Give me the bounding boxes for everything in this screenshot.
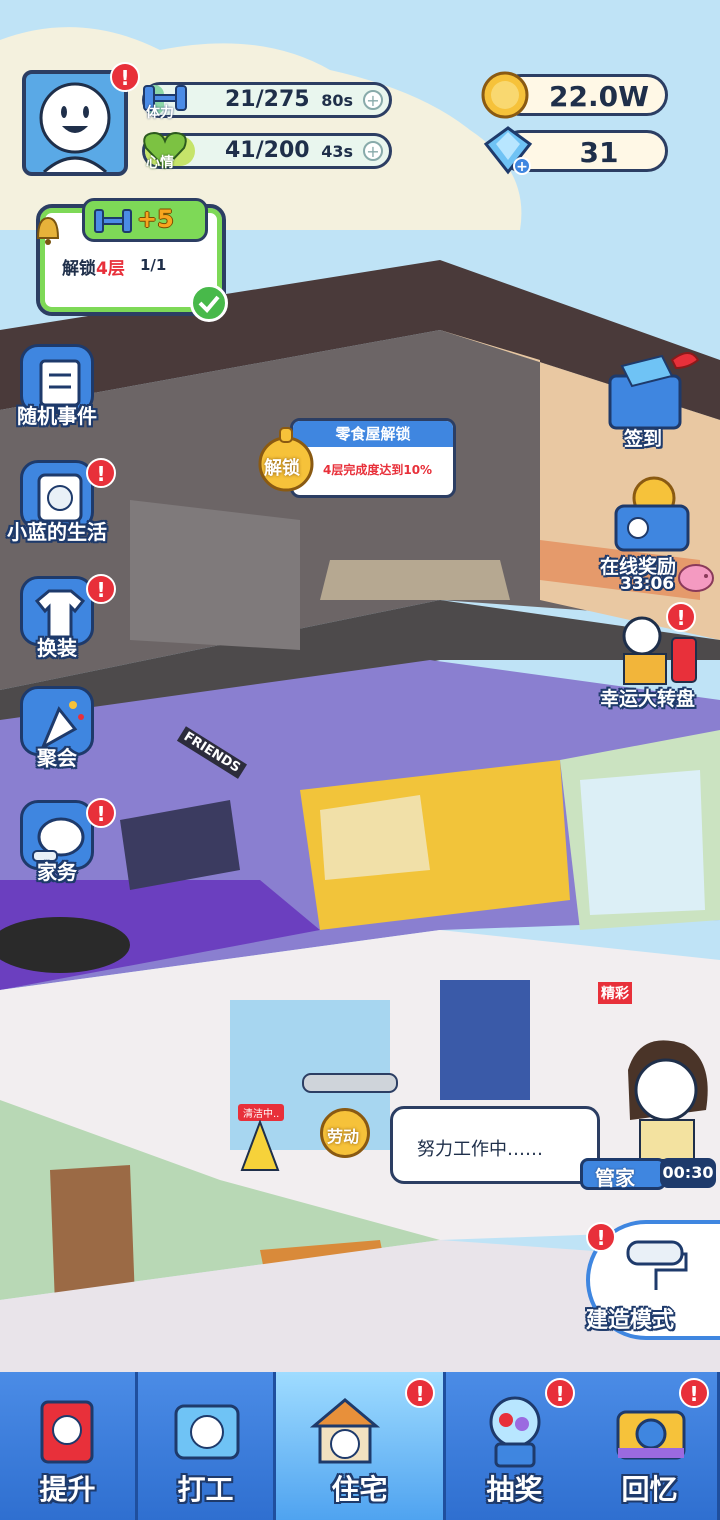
nav-tab-label: 回忆 (621, 1473, 678, 1506)
nav-tab-label: 打工 (177, 1473, 234, 1506)
dumbbell-icon: 体力 (140, 78, 190, 122)
popup-condition: 4层完成度达到10% (323, 463, 433, 477)
mood-timer: 43s (321, 142, 353, 161)
avatar-alert-badge: ! (110, 62, 140, 92)
avatar-face-icon (39, 82, 111, 172)
nav-tab-label: 抽奖 (486, 1473, 543, 1506)
quest-reward-tab: +5 (82, 198, 208, 242)
book-icon (30, 1392, 108, 1470)
calendar-coin-icon (614, 476, 690, 552)
butler-button[interactable]: 管家 (580, 1158, 666, 1190)
lucky-wheel-badge: ! (666, 602, 696, 632)
butler-label: 管家 (595, 1166, 635, 1190)
house-icon (306, 1392, 384, 1470)
nav-tab-camera[interactable]: 回忆! (582, 1372, 720, 1520)
quest-text-prefix: 解锁 (62, 259, 96, 279)
side-menu-label: 聚会 (37, 746, 77, 770)
nav-tab-alert-badge: ! (679, 1378, 709, 1408)
side-menu-alert-badge: ! (86, 798, 116, 828)
nav-tab-book[interactable]: 提升 (0, 1372, 138, 1520)
nav-tab-gacha-machine[interactable]: 抽奖! (446, 1372, 586, 1520)
unlock-button-label: 解锁 (264, 458, 300, 479)
labor-button[interactable]: 劳动 (320, 1108, 370, 1158)
butler-speech-text: 努力工作中…… (417, 1139, 543, 1160)
side-menu-tshirt[interactable]: 换装! (14, 574, 116, 660)
side-menu-alert-badge: ! (86, 574, 116, 604)
gift-box-icon (608, 352, 700, 430)
lucky-wheel-button[interactable]: 幸运大转盘 (600, 610, 714, 710)
heart-icon: 心情 (140, 128, 190, 174)
nav-tab-alert-badge: ! (405, 1378, 435, 1408)
quest-progress: 1/1 (140, 256, 167, 274)
stamina-plus-button[interactable]: + (363, 90, 383, 110)
labor-button-label: 劳动 (327, 1127, 360, 1146)
side-menu-vacuum[interactable]: 家务! (14, 798, 116, 884)
side-menu-label: 家务 (37, 860, 77, 884)
side-menu-label: 小蓝的生活 (7, 520, 107, 544)
build-mode-badge: ! (586, 1222, 616, 1252)
attic-partition (130, 500, 300, 650)
side-menu-label: 随机事件 (17, 404, 97, 428)
quest-text: 解锁4层 (62, 254, 125, 279)
camera-icon (612, 1392, 690, 1470)
butler-timer: 00:30 (660, 1158, 716, 1188)
side-menu-label: 换装 (37, 636, 77, 660)
checkin-button[interactable]: 签到 (602, 346, 712, 450)
gem-value: 31 (579, 136, 619, 169)
quest-text-highlight: 4层 (96, 259, 125, 279)
lockers (440, 980, 530, 1100)
mood-value: 41/200 (225, 138, 310, 163)
quest-reward: +5 (137, 205, 174, 233)
nav-tab-house[interactable]: 住宅! (276, 1372, 446, 1520)
side-menu-alert-badge: ! (86, 458, 116, 488)
side-menu-diary[interactable]: 小蓝的生活! (7, 458, 116, 544)
paint-roller-icon (626, 1240, 688, 1290)
checkmark-icon (190, 284, 228, 322)
dumbbell-icon (94, 209, 132, 233)
side-menu-notepad[interactable]: 随机事件 (14, 344, 97, 428)
lucky-wheel-label: 幸运大转盘 (600, 688, 696, 710)
butler-speech-bubble: 努力工作中…… (390, 1106, 600, 1184)
checkin-label: 签到 (624, 428, 663, 450)
poster-text: 精彩 (598, 982, 632, 1004)
butler-portrait-icon (628, 1040, 708, 1161)
stamina-timer: 80s (321, 91, 353, 110)
coin-icon (480, 70, 530, 120)
nav-tab-label: 提升 (39, 1473, 96, 1506)
butler-character[interactable] (610, 1030, 718, 1161)
wet-floor-sign-icon (238, 1119, 282, 1172)
bell-icon (30, 212, 66, 248)
nav-tab-alert-badge: ! (545, 1378, 575, 1408)
coin-value: 22.0W (549, 80, 649, 113)
bottom-nav: 提升 打工 住宅! 抽奖! 回忆! (0, 1372, 720, 1520)
stamina-value: 21/275 (225, 87, 310, 112)
side-menu-party-popper[interactable]: 聚会 (14, 686, 94, 770)
shower (580, 770, 705, 915)
attic-bed (320, 560, 510, 600)
svg-text:+: + (516, 159, 528, 175)
gacha-machine-icon (476, 1392, 554, 1470)
cleaning-status: 清洁中.. (238, 1104, 285, 1121)
id-badge-icon (168, 1392, 246, 1470)
floor3-bed (320, 795, 430, 880)
mood-plus-button[interactable]: + (363, 141, 383, 161)
stamina-label: 体力 (146, 105, 174, 121)
nav-tab-id-badge[interactable]: 打工 (138, 1372, 276, 1520)
mood-label: 心情 (146, 155, 174, 171)
labor-progress-bar (302, 1073, 398, 1093)
online-reward-timer: 33:06 (620, 574, 675, 594)
nav-tab-label: 住宅 (331, 1473, 388, 1506)
piggy-bank-icon (676, 558, 716, 594)
build-mode-label: 建造模式 (586, 1308, 675, 1333)
unlock-button[interactable]: 解锁 (256, 424, 318, 494)
diamond-icon: + (482, 124, 534, 176)
